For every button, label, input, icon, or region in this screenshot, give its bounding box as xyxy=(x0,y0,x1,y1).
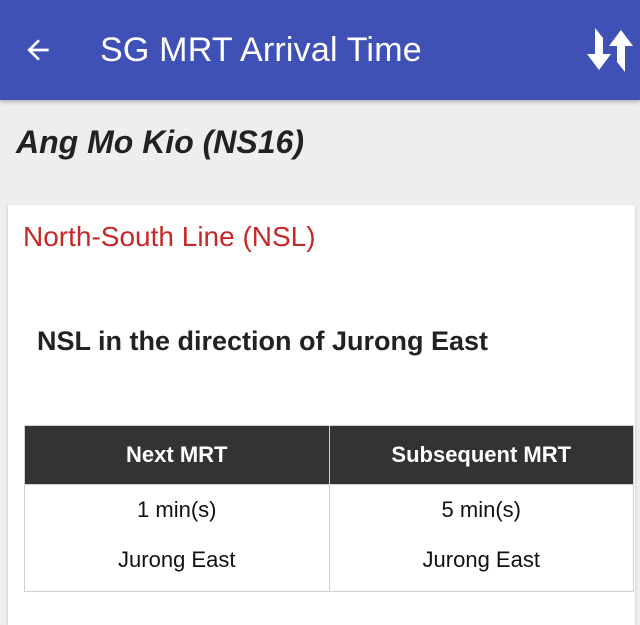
arrival-table: Next MRT Subsequent MRT 1 min(s) Jurong … xyxy=(24,425,634,592)
subsequent-mrt-cell: 5 min(s) Jurong East xyxy=(328,484,634,592)
app-title: SG MRT Arrival Time xyxy=(100,31,422,69)
app-bar: SG MRT Arrival Time xyxy=(0,0,640,100)
next-mrt-time: 1 min(s) xyxy=(137,497,217,522)
subsequent-mrt-destination: Jurong East xyxy=(422,547,540,572)
direction-label: NSL in the direction of Jurong East xyxy=(37,326,489,356)
line-name: North-South Line (NSL) xyxy=(23,221,316,252)
swap-refresh-icon xyxy=(587,28,633,72)
back-button[interactable] xyxy=(14,26,62,74)
arrow-back-icon xyxy=(27,39,49,61)
header-next-mrt: Next MRT xyxy=(24,425,330,485)
table-row: 1 min(s) Jurong East 5 min(s) Jurong Eas… xyxy=(24,484,634,592)
station-title: Ang Mo Kio (NS16) xyxy=(16,124,304,160)
subsequent-mrt-time: 5 min(s) xyxy=(441,497,521,522)
table-header-row: Next MRT Subsequent MRT xyxy=(24,425,634,485)
header-subsequent-mrt: Subsequent MRT xyxy=(328,425,634,485)
line-card: North-South Line (NSL) NSL in the direct… xyxy=(8,205,635,625)
next-mrt-destination: Jurong East xyxy=(118,547,236,572)
refresh-button[interactable] xyxy=(570,20,640,80)
next-mrt-cell: 1 min(s) Jurong East xyxy=(24,484,330,592)
